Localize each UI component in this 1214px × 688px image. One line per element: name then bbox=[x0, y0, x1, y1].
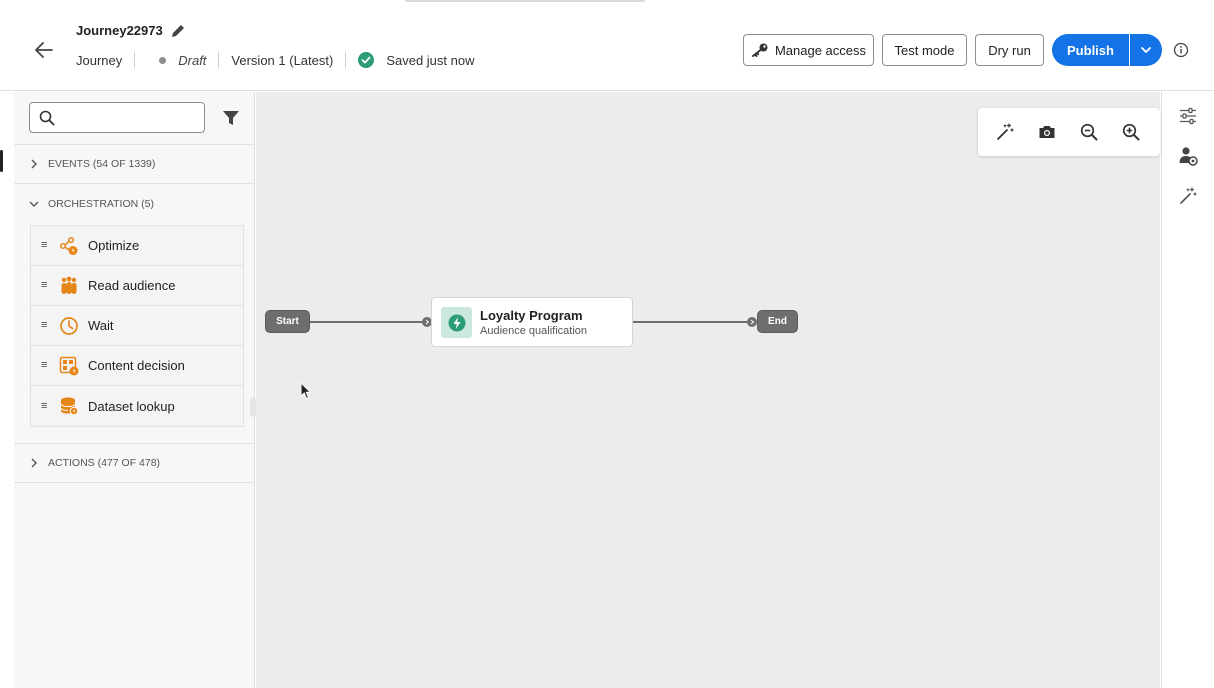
search-input[interactable] bbox=[62, 107, 200, 129]
divider bbox=[134, 52, 136, 68]
divider bbox=[345, 52, 347, 68]
divider bbox=[218, 52, 220, 68]
section-events-label: EVENTS (54 OF 1339) bbox=[48, 158, 156, 170]
end-node[interactable]: End bbox=[757, 310, 798, 333]
content-decision-icon bbox=[59, 356, 79, 376]
zoom-in-icon[interactable] bbox=[1110, 108, 1152, 156]
magic-wand-icon[interactable] bbox=[1177, 185, 1199, 207]
palette-item-read-audience[interactable]: ≡ Read audience bbox=[31, 266, 243, 306]
user-settings-icon[interactable] bbox=[1177, 145, 1199, 167]
palette-item-label: Read audience bbox=[88, 278, 176, 293]
mouse-pointer-icon bbox=[300, 382, 312, 400]
zoom-out-icon[interactable] bbox=[1068, 108, 1110, 156]
journey-title: Journey22973 bbox=[76, 23, 163, 38]
palette-item-label: Wait bbox=[88, 318, 114, 333]
drag-handle-icon[interactable]: ≡ bbox=[41, 360, 51, 371]
key-icon bbox=[751, 43, 768, 57]
palette-item-wait[interactable]: ≡ Wait bbox=[31, 306, 243, 346]
test-mode-button[interactable]: Test mode bbox=[882, 34, 967, 66]
activity-node-loyalty-program[interactable]: Loyalty Program Audience qualification bbox=[431, 297, 633, 347]
lightning-icon bbox=[441, 307, 472, 338]
version-label: Version 1 (Latest) bbox=[231, 52, 334, 68]
drag-handle-icon[interactable]: ≡ bbox=[41, 320, 51, 331]
palette-item-label: Content decision bbox=[88, 358, 185, 373]
chevron-down-icon bbox=[1141, 47, 1151, 53]
journey-meta: Journey Draft Version 1 (Latest) Saved j… bbox=[76, 52, 474, 68]
canvas-toolbar bbox=[978, 108, 1160, 156]
status-dot bbox=[159, 56, 167, 64]
audience-icon bbox=[59, 276, 79, 296]
activity-title: Loyalty Program bbox=[480, 308, 583, 323]
journey-header: Journey22973 Journey Draft Version 1 (La… bbox=[0, 0, 1214, 91]
section-orchestration-label: ORCHESTRATION (5) bbox=[48, 198, 154, 210]
palette-item-optimize[interactable]: ≡ Optimize bbox=[31, 226, 243, 266]
info-icon[interactable] bbox=[1173, 42, 1189, 58]
palette-item-content-decision[interactable]: ≡ Content decision bbox=[31, 346, 243, 386]
manage-access-button[interactable]: Manage access bbox=[743, 34, 874, 66]
panel-focus-indicator bbox=[0, 150, 3, 172]
section-actions[interactable]: ACTIONS (477 OF 478) bbox=[14, 443, 254, 483]
journey-canvas[interactable]: Start Loyalty Program Audience qualifica… bbox=[256, 92, 1160, 688]
filter-icon[interactable] bbox=[222, 109, 240, 127]
activity-subtitle: Audience qualification bbox=[480, 325, 588, 337]
journey-type-label: Journey bbox=[76, 52, 123, 68]
magic-wand-icon[interactable] bbox=[984, 108, 1026, 156]
window-handle bbox=[405, 0, 645, 2]
activity-palette: EVENTS (54 OF 1339) ORCHESTRATION (5) ≡ … bbox=[14, 92, 255, 688]
connector-line bbox=[633, 321, 751, 323]
start-node[interactable]: Start bbox=[265, 310, 310, 333]
back-button[interactable] bbox=[30, 36, 58, 64]
publish-options-button[interactable] bbox=[1130, 34, 1162, 66]
right-rail bbox=[1161, 92, 1214, 688]
chevron-right-icon bbox=[28, 158, 40, 170]
pencil-icon[interactable] bbox=[169, 22, 187, 40]
dry-run-button[interactable]: Dry run bbox=[975, 34, 1044, 66]
save-status: Saved just now bbox=[386, 52, 475, 68]
connector-port[interactable] bbox=[747, 317, 757, 327]
status-badge: Draft bbox=[178, 52, 207, 68]
palette-item-label: Optimize bbox=[88, 238, 140, 253]
publish-button[interactable]: Publish bbox=[1052, 34, 1129, 66]
search-icon bbox=[39, 110, 55, 126]
drag-handle-icon[interactable]: ≡ bbox=[41, 400, 51, 412]
connector-line bbox=[310, 321, 426, 323]
orchestration-list: ≡ Optimize ≡ Read audience ≡ Wait ≡ Cont… bbox=[30, 225, 244, 427]
settings-sliders-icon[interactable] bbox=[1177, 105, 1199, 127]
palette-item-label: Dataset lookup bbox=[88, 398, 175, 414]
arrow-left-icon bbox=[35, 42, 53, 58]
camera-icon[interactable] bbox=[1026, 108, 1068, 156]
section-events[interactable]: EVENTS (54 OF 1339) bbox=[14, 144, 254, 184]
palette-search bbox=[29, 102, 205, 133]
drag-handle-icon[interactable]: ≡ bbox=[41, 280, 51, 291]
manage-access-label: Manage access bbox=[774, 42, 867, 58]
drag-handle-icon[interactable]: ≡ bbox=[41, 240, 51, 251]
section-actions-label: ACTIONS (477 OF 478) bbox=[48, 457, 161, 469]
chevron-right-icon bbox=[28, 457, 40, 469]
clock-icon bbox=[59, 316, 79, 336]
section-orchestration[interactable]: ORCHESTRATION (5) bbox=[14, 184, 254, 224]
palette-item-dataset-lookup[interactable]: ≡ Dataset lookup bbox=[31, 386, 243, 426]
check-circle-icon bbox=[358, 52, 375, 68]
database-icon bbox=[59, 396, 79, 416]
chevron-down-icon bbox=[28, 198, 40, 210]
optimize-icon bbox=[59, 236, 79, 256]
